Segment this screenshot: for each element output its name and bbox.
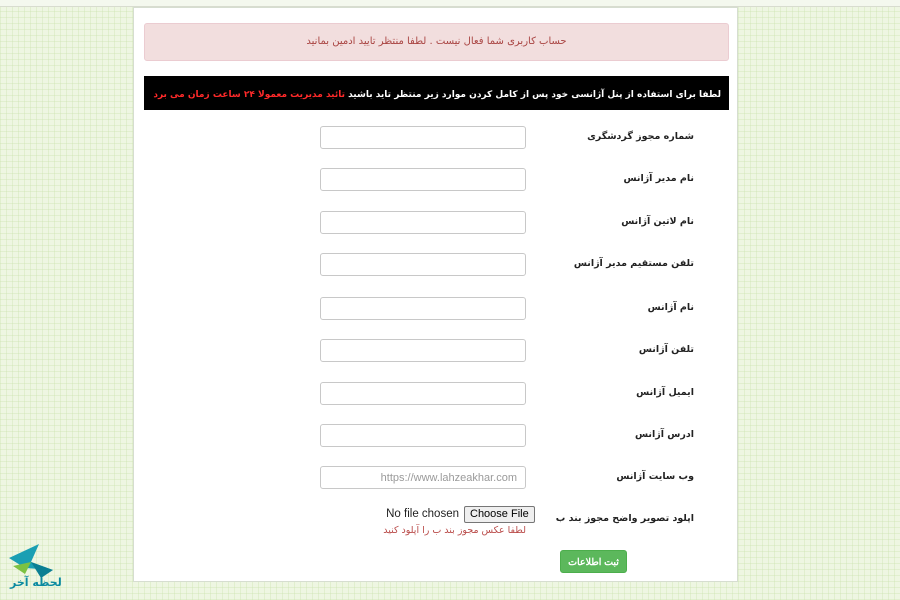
- notice-highlight: تائید مدیریت معمولا ۲۴ ساعت زمان می برد: [153, 90, 345, 100]
- agency-phone-input[interactable]: [320, 339, 526, 362]
- logo-text: لحظه آخر: [10, 576, 62, 589]
- form-row-agency-address: ادرس آژانس: [134, 422, 739, 448]
- website-input[interactable]: [320, 466, 526, 489]
- form-row-agency-email: ایمیل آژانس: [134, 380, 739, 406]
- latin-name-input[interactable]: [320, 211, 526, 234]
- approval-notice: لطفا برای استفاده از پنل آژانسی خود پس ا…: [144, 76, 729, 110]
- file-status-text: No file chosen: [386, 508, 459, 520]
- field-label: نام مدیر آژانس: [623, 173, 694, 184]
- notice-text: لطفا برای استفاده از پنل آژانسی خود پس ا…: [348, 90, 721, 100]
- field-label: شماره مجوز گردشگری: [587, 131, 694, 142]
- field-label: تلفن مستقیم مدیر آژانس: [573, 258, 694, 269]
- form-row-tour-license: شماره مجوز گردشگری: [134, 124, 739, 150]
- manager-name-input[interactable]: [320, 168, 526, 191]
- registration-panel: حساب کاربری شما فعال نیست . لطفا منتظر ت…: [133, 7, 738, 582]
- upload-help-text: لطفا عکس مجوز بند ب را آپلود کنید: [383, 525, 526, 536]
- form-row-latin-name: نام لاتین آژانس: [134, 209, 739, 235]
- inactive-account-alert: حساب کاربری شما فعال نیست . لطفا منتظر ت…: [144, 23, 729, 61]
- upload-label: اپلود تصویر واضح مجوز بند ب: [555, 513, 694, 524]
- form-row-agency-name: نام آژانس: [134, 295, 739, 321]
- manager-phone-input[interactable]: [320, 253, 526, 276]
- submit-button[interactable]: ثبت اطلاعات: [560, 550, 627, 573]
- form-row-agency-phone: تلفن آژانس: [134, 337, 739, 363]
- form-row-manager-phone: تلفن مستقیم مدیر آژانس: [134, 251, 739, 277]
- agency-email-input[interactable]: [320, 382, 526, 405]
- field-label: وب سایت آژانس: [616, 471, 694, 482]
- field-label: نام لاتین آژانس: [621, 216, 694, 227]
- tour-license-number-input[interactable]: [320, 126, 526, 149]
- field-label: تلفن آژانس: [638, 344, 694, 355]
- field-label: ایمیل آژانس: [636, 387, 694, 398]
- form-row-website: وب سایت آژانس: [134, 464, 739, 490]
- form-row-manager-name: نام مدیر آژانس: [134, 166, 739, 192]
- field-label: نام آژانس: [647, 302, 694, 313]
- choose-file-button[interactable]: Choose File: [464, 506, 535, 523]
- top-border: [0, 0, 900, 7]
- field-label: ادرس آژانس: [635, 429, 694, 440]
- agency-name-input[interactable]: [320, 297, 526, 320]
- agency-address-input[interactable]: [320, 424, 526, 447]
